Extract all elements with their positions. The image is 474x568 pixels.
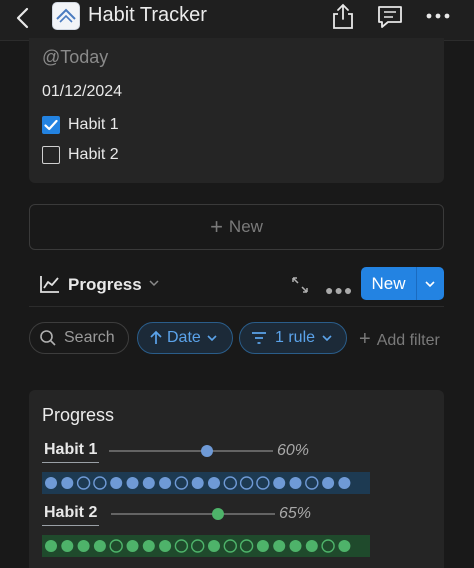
progress-title: Progress	[42, 405, 115, 425]
day-dot-filled	[322, 477, 335, 489]
day-dot-filled	[93, 540, 106, 552]
divider	[29, 306, 444, 307]
page-title: Habit Tracker	[88, 4, 207, 26]
dots-background	[42, 535, 370, 557]
chevron-down-icon	[322, 335, 332, 342]
view-name[interactable]: Progress	[68, 275, 142, 295]
top-bar: Habit Tracker	[0, 0, 474, 41]
new-row-button[interactable]: + New	[29, 204, 444, 250]
progress-knob	[201, 445, 213, 457]
day-dot-filled	[110, 477, 123, 489]
filter-rule-label: 1 rule	[275, 329, 316, 346]
day-dot-filled	[77, 540, 90, 552]
entry-date: 01/12/2024	[42, 83, 123, 100]
date-sort-pill[interactable]: Date	[137, 322, 233, 354]
habit-1-checkbox[interactable]	[42, 116, 60, 134]
chevron-down-icon[interactable]	[147, 276, 161, 290]
habit-2-checkbox[interactable]	[42, 146, 60, 164]
new-button-divider	[416, 267, 417, 300]
day-dot-filled	[208, 540, 220, 552]
plus-icon: +	[210, 214, 223, 239]
day-dot-filled	[273, 477, 286, 489]
chevron-left-icon[interactable]	[10, 4, 38, 32]
day-dot-filled	[142, 477, 155, 489]
new-dropdown-chevron-icon[interactable]	[423, 277, 437, 291]
new-row-label: New	[228, 217, 263, 236]
habit-1-progress-bar	[109, 445, 273, 457]
day-dot-filled	[159, 477, 172, 489]
habit-2-progress-label[interactable]: Habit 2	[42, 503, 100, 526]
day-dot-filled	[305, 540, 318, 552]
comment-icon[interactable]	[376, 2, 404, 30]
view-more-icon[interactable]: ●●●	[325, 282, 353, 298]
new-button-label: New	[371, 274, 406, 293]
app-logo-icon	[56, 8, 76, 23]
habit-2-progress-bar	[111, 508, 275, 520]
view-toolbar: Progress ●●● New	[29, 266, 444, 304]
more-horizontal-icon[interactable]	[424, 2, 452, 30]
share-icon[interactable]	[329, 2, 357, 30]
day-dot-filled	[142, 540, 155, 552]
app-logo	[52, 2, 80, 30]
filter-icon	[252, 332, 266, 344]
search-button[interactable]: Search	[29, 322, 129, 354]
habit-1-percent: 60%	[277, 442, 310, 459]
progress-knob	[212, 508, 224, 520]
habit-2-checkbox-label: Habit 2	[68, 146, 119, 163]
day-dot-filled	[126, 477, 139, 489]
today-mention[interactable]: @Today	[42, 47, 108, 68]
habit-2-percent: 65%	[279, 505, 312, 522]
plus-icon: +	[359, 328, 371, 350]
progress-card: Progress Habit 1 60% Habit 2 65%	[29, 390, 444, 568]
day-dot-filled	[159, 540, 172, 552]
habit-2-checkbox-row[interactable]: Habit 2	[42, 144, 119, 166]
habit-2-day-dots	[42, 535, 370, 557]
check-icon	[44, 119, 58, 131]
day-dot-filled	[338, 477, 351, 489]
day-dot-filled	[289, 540, 302, 552]
add-filter-button[interactable]: + Add filter	[359, 328, 440, 351]
habit-1-day-dots	[42, 472, 370, 494]
day-dot-filled	[256, 540, 269, 552]
day-dot-filled	[45, 477, 57, 489]
date-sort-label: Date	[167, 329, 201, 346]
filter-rule-pill[interactable]: 1 rule	[239, 322, 347, 354]
arrow-up-icon	[150, 330, 162, 344]
chevron-down-icon	[207, 335, 217, 342]
day-dot-filled	[289, 477, 302, 489]
habit-1-progress-label[interactable]: Habit 1	[42, 440, 100, 463]
today-entry-card: @Today 01/12/2024 Habit 1 Habit 2	[29, 38, 444, 183]
day-dot-filled	[273, 540, 286, 552]
new-button[interactable]: New	[361, 267, 444, 300]
add-filter-label: Add filter	[376, 332, 440, 349]
line-chart-icon	[40, 276, 59, 293]
day-dot-filled	[338, 540, 351, 552]
day-dot-filled	[61, 540, 74, 552]
filter-bar: Search Date 1 rule + Add filter	[29, 322, 474, 358]
day-dot-filled	[126, 540, 139, 552]
search-icon	[40, 330, 56, 346]
dots-background	[42, 472, 370, 494]
day-dot-filled	[61, 477, 74, 489]
habit-1-checkbox-label: Habit 1	[68, 116, 119, 133]
day-dot-filled	[208, 477, 220, 489]
habit-1-checkbox-row[interactable]: Habit 1	[42, 114, 119, 136]
day-dot-filled	[191, 477, 204, 489]
expand-icon[interactable]	[291, 276, 309, 294]
search-label: Search	[64, 329, 115, 346]
day-dot-filled	[45, 540, 57, 552]
